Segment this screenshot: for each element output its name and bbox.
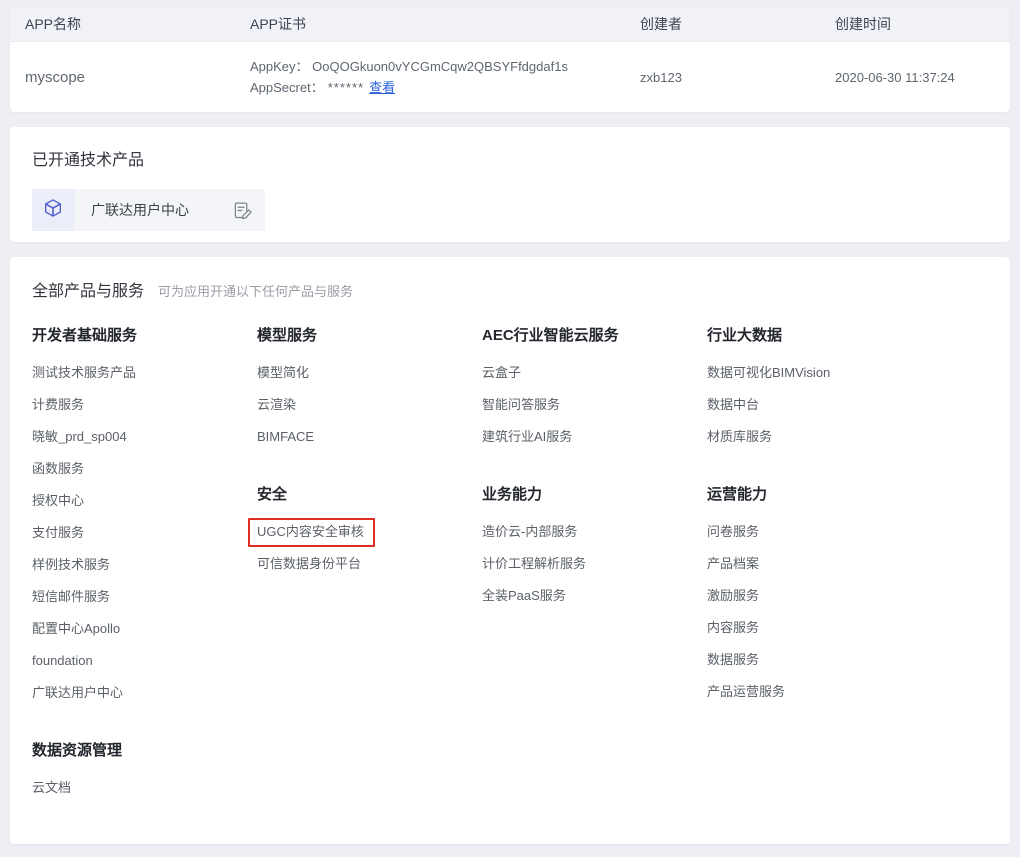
product-group-header: 模型服务 <box>257 327 482 345</box>
product-link[interactable]: 产品档案 <box>707 557 932 571</box>
product-link[interactable]: 计价工程解析服务 <box>482 557 707 571</box>
product-group: 业务能力造价云-内部服务计价工程解析服务全装PaaS服务 <box>482 486 707 603</box>
product-column: 开发者基础服务测试技术服务产品计费服务晓敏_prd_sp004 函数服务授权中心支… <box>32 327 257 813</box>
product-link[interactable]: 激励服务 <box>707 589 932 603</box>
product-icon-box <box>32 189 74 231</box>
product-group-header: 数据资源管理 <box>32 742 257 760</box>
opened-products-title: 已开通技术产品 <box>32 146 988 170</box>
product-link[interactable]: 函数服务 <box>32 462 257 476</box>
product-link[interactable]: 配置中心Apollo <box>32 622 257 636</box>
product-link[interactable]: 内容服务 <box>707 621 932 635</box>
appsecret-label: AppSecret： <box>250 80 324 95</box>
app-info-card: APP名称 APP证书 创建者 创建时间 myscope AppKey： OoQ… <box>10 7 1010 112</box>
appkey-line: AppKey： OoQOGkuon0vYCGmCqw2QBSYFfdgdaf1s <box>250 56 610 77</box>
product-link[interactable]: 云文档 <box>32 781 257 795</box>
product-column: 行业大数据数据可视化BIMVision 数据中台材质库服务运营能力问卷服务产品档案… <box>707 327 932 813</box>
product-group-header: 行业大数据 <box>707 327 932 345</box>
product-column: AEC行业智能云服务云盒子智能问答服务建筑行业AI服务业务能力造价云-内部服务计… <box>482 327 707 813</box>
product-group: AEC行业智能云服务云盒子智能问答服务建筑行业AI服务 <box>482 327 707 444</box>
all-products-title: 全部产品与服务 <box>32 277 144 301</box>
opened-products-card: 已开通技术产品 广联达用户中心 <box>10 127 1010 242</box>
product-link[interactable]: 计费服务 <box>32 398 257 412</box>
app-name-value: myscope <box>10 69 235 86</box>
product-group: 安全 UGC内容安全审核可信数据身份平台 <box>257 486 482 571</box>
view-secret-link[interactable]: 查看 <box>369 80 395 95</box>
cube-icon <box>42 197 64 224</box>
highlighted-product[interactable]: UGC内容安全审核 <box>248 518 375 547</box>
edit-icon[interactable] <box>233 201 252 220</box>
appsecret-masked-value: ****** <box>328 80 364 95</box>
product-link[interactable]: 产品运营服务 <box>707 685 932 699</box>
product-group: 开发者基础服务测试技术服务产品计费服务晓敏_prd_sp004 函数服务授权中心支… <box>32 327 257 700</box>
appkey-label: AppKey： <box>250 59 309 74</box>
product-link[interactable]: 问卷服务 <box>707 525 932 539</box>
product-group-header: 业务能力 <box>482 486 707 504</box>
appkey-value: OoQOGkuon0vYCGmCqw2QBSYFfdgdaf1s <box>312 59 568 74</box>
product-link[interactable]: 全装PaaS服务 <box>482 589 707 603</box>
column-header-created-time: 创建时间 <box>820 14 1000 34</box>
column-header-app-cert: APP证书 <box>235 14 625 34</box>
product-group: 行业大数据数据可视化BIMVision 数据中台材质库服务 <box>707 327 932 444</box>
all-products-head: 全部产品与服务 可为应用开通以下任何产品与服务 <box>32 277 988 301</box>
product-link[interactable]: 数据服务 <box>707 653 932 667</box>
product-columns: 开发者基础服务测试技术服务产品计费服务晓敏_prd_sp004 函数服务授权中心支… <box>32 327 988 813</box>
product-link[interactable]: foundation <box>32 654 257 668</box>
product-group-header: 开发者基础服务 <box>32 327 257 345</box>
all-products-subtitle: 可为应用开通以下任何产品与服务 <box>158 281 353 300</box>
product-link[interactable]: 数据中台 <box>707 398 932 412</box>
product-group-header: 运营能力 <box>707 486 932 504</box>
table-row: myscope AppKey： OoQOGkuon0vYCGmCqw2QBSYF… <box>10 42 1010 112</box>
product-link[interactable]: 短信邮件服务 <box>32 590 257 604</box>
product-group-header: AEC行业智能云服务 <box>482 327 707 345</box>
product-link[interactable]: 测试技术服务产品 <box>32 366 257 380</box>
product-link[interactable]: 模型简化 <box>257 366 482 380</box>
product-link[interactable]: 晓敏_prd_sp004 <box>32 430 257 444</box>
product-group: 模型服务模型简化云渲染 BIMFACE <box>257 327 482 444</box>
product-link[interactable]: 智能问答服务 <box>482 398 707 412</box>
product-link[interactable]: 授权中心 <box>32 494 257 508</box>
appsecret-line: AppSecret： ****** 查看 <box>250 77 610 98</box>
product-link[interactable]: 样例技术服务 <box>32 558 257 572</box>
opened-product-name: 广联达用户中心 <box>74 200 233 220</box>
product-link[interactable]: UGC内容安全审核 <box>257 525 482 539</box>
product-link[interactable]: 数据可视化BIMVision <box>707 366 932 380</box>
product-group: 运营能力问卷服务产品档案激励服务内容服务数据服务产品运营服务 <box>707 486 932 699</box>
all-products-card: 全部产品与服务 可为应用开通以下任何产品与服务 开发者基础服务测试技术服务产品计… <box>10 257 1010 844</box>
app-table-header: APP名称 APP证书 创建者 创建时间 <box>10 7 1010 42</box>
product-link[interactable]: 云盒子 <box>482 366 707 380</box>
product-link[interactable]: 建筑行业AI服务 <box>482 430 707 444</box>
column-header-creator: 创建者 <box>625 14 820 34</box>
page: APP名称 APP证书 创建者 创建时间 myscope AppKey： OoQ… <box>0 0 1020 856</box>
product-link[interactable]: 造价云-内部服务 <box>482 525 707 539</box>
created-time-value: 2020-06-30 11:37:24 <box>820 70 1000 85</box>
product-link[interactable]: 可信数据身份平台 <box>257 557 482 571</box>
opened-product-item[interactable]: 广联达用户中心 <box>32 189 265 231</box>
product-group: 数据资源管理云文档 <box>32 742 257 795</box>
product-link[interactable]: 支付服务 <box>32 526 257 540</box>
product-link[interactable]: BIMFACE <box>257 430 482 444</box>
product-group-header: 安全 <box>257 486 482 504</box>
app-cert-cell: AppKey： OoQOGkuon0vYCGmCqw2QBSYFfdgdaf1s… <box>235 56 625 98</box>
product-link[interactable]: 广联达用户中心 <box>32 686 257 700</box>
product-column: 模型服务模型简化云渲染 BIMFACE 安全 UGC内容安全审核可信数据身份平台 <box>257 327 482 813</box>
product-link[interactable]: 材质库服务 <box>707 430 932 444</box>
column-header-app-name: APP名称 <box>10 14 235 34</box>
product-link[interactable]: 云渲染 <box>257 398 482 412</box>
creator-value: zxb123 <box>625 70 820 85</box>
